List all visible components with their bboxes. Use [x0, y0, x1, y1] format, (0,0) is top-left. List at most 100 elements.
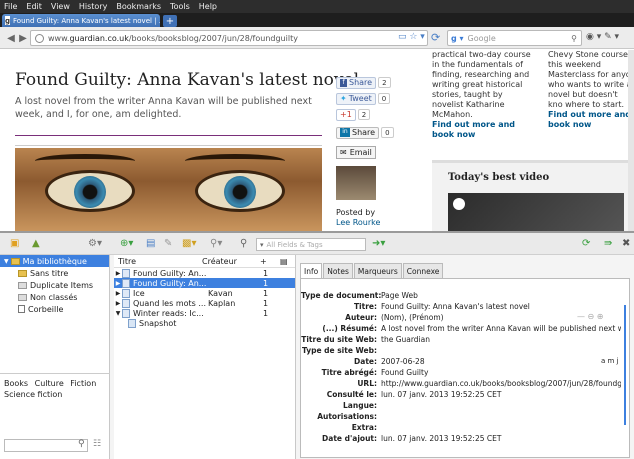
tab-related[interactable]: Connexe	[402, 263, 444, 278]
tab-guardian[interactable]: g Found Guilty: Anna Kavan's latest nove…	[2, 14, 160, 27]
collection-trash[interactable]: Corbeille	[0, 303, 109, 315]
snapshot-icon	[128, 318, 136, 328]
fullscreen-icon[interactable]: ⇛	[604, 238, 612, 249]
promo-link[interactable]: Find out more and book now	[548, 110, 634, 130]
add-attachment-icon[interactable]: ▩▾	[182, 238, 196, 249]
promo-text: practical two-day course in the fundamen…	[432, 50, 531, 119]
tag-filter-input[interactable]	[4, 439, 88, 452]
menu-edit[interactable]: Edit	[26, 2, 42, 11]
linkedin-share[interactable]: in Share 0	[336, 126, 396, 139]
table-row-child[interactable]: Snapshot	[114, 318, 295, 328]
bookmark-star-icon[interactable]: ▭ ☆ ▾	[398, 32, 425, 42]
item-detail-pane: Info Notes Marqueurs Connexe Type de doc…	[298, 255, 634, 459]
author-add-remove-icons[interactable]: — ⊖ ⊕	[577, 312, 604, 321]
tab-notes[interactable]: Notes	[323, 263, 353, 278]
search-bar[interactable]: g ▾ Google ⚲	[447, 30, 582, 46]
forward-button[interactable]: ▶	[16, 31, 30, 45]
attach-link-icon[interactable]: ⚲▾	[210, 238, 222, 249]
column-creator[interactable]: Créateur	[202, 257, 260, 266]
collection-untitled[interactable]: Sans titre	[0, 267, 109, 279]
google-plus-share[interactable]: +1 2	[336, 108, 396, 121]
field-abstract[interactable]: (...) Résumé: A lost novel from the write…	[301, 324, 621, 333]
field-website-type[interactable]: Type de site Web:	[301, 346, 621, 355]
field-accessed[interactable]: Consulté le: lun. 07 janv. 2013 19:52:25 …	[301, 390, 621, 399]
field-website-title[interactable]: Titre du site Web: the Guardian	[301, 335, 621, 344]
field-rights[interactable]: Autorisations:	[301, 412, 621, 421]
menu-history[interactable]: History	[79, 2, 107, 11]
menu-view[interactable]: View	[51, 2, 70, 11]
field-date[interactable]: Date: 2007-06-28	[301, 357, 621, 366]
search-mode-icon[interactable]: ▾	[260, 241, 264, 249]
author-link[interactable]: Lee Rourke	[336, 218, 380, 228]
new-item-icon[interactable]: ⊕▾	[120, 238, 133, 249]
field-date-added[interactable]: Date d'ajout: lun. 07 janv. 2013 19:52:25…	[301, 434, 621, 443]
email-button[interactable]: ✉ Email	[336, 146, 376, 159]
tab-info[interactable]: Info	[300, 263, 323, 278]
promo-text: Chevy Stone course this weekend Mastercl…	[548, 50, 632, 109]
field-url[interactable]: URL: http://www.guardian.co.uk/books/book…	[301, 379, 621, 388]
linkedin-share-button[interactable]: in Share	[336, 126, 380, 139]
search-icon[interactable]: ⚲	[240, 238, 247, 249]
collection-library[interactable]: ▼ Ma bibliothèque	[0, 255, 109, 267]
close-icon[interactable]: ✖	[622, 238, 630, 249]
play-icon[interactable]	[453, 198, 465, 210]
sync-arrow-icon[interactable]: ➜▾	[372, 238, 385, 249]
menu-bookmarks[interactable]: Bookmarks	[116, 2, 161, 11]
add-by-identifier-icon[interactable]: ▤	[146, 238, 155, 249]
linkedin-count: 0	[381, 127, 394, 138]
tab-tags[interactable]: Marqueurs	[353, 263, 402, 278]
new-tab-button[interactable]: +	[163, 15, 177, 27]
tag[interactable]: Science fiction	[4, 390, 62, 399]
menu-help[interactable]: Help	[199, 2, 217, 11]
book-icon	[122, 298, 130, 308]
tag-search-icon[interactable]: ⚲	[78, 439, 85, 449]
field-title[interactable]: Titre: Found Guilty: Anna Kavan's latest …	[301, 302, 621, 311]
new-collection-icon[interactable]: ▣	[10, 238, 19, 249]
search-icon[interactable]: ⚲	[571, 34, 577, 43]
page-scrollbar[interactable]	[628, 50, 634, 231]
items-pane: Titre Créateur + ▤ ▶ Found Guilty: An...…	[114, 255, 296, 459]
table-row[interactable]: ▼ Winter reads: Ic... 1	[114, 308, 295, 318]
addon-icons[interactable]: ◉ ▾ ✎ ▾	[586, 32, 619, 42]
url-bar[interactable]: www. guardian.co.uk/books/booksblog/2007/…	[30, 30, 428, 46]
table-row[interactable]: ▶ Found Guilty: An... 1	[114, 268, 295, 278]
column-title[interactable]: Titre	[118, 257, 202, 266]
column-picker-icon[interactable]: ▤	[280, 257, 288, 266]
field-item-type[interactable]: Type de document: Page Web	[301, 291, 621, 300]
google-plus-button[interactable]: +1	[336, 108, 356, 121]
tag[interactable]: Fiction	[70, 379, 96, 388]
twitter-share[interactable]: ✦ Tweet 0	[336, 92, 396, 105]
zotero-search-input[interactable]: ▾ All Fields & Tags	[256, 238, 366, 251]
actions-gear-icon[interactable]: ⚙▾	[88, 238, 102, 249]
tag[interactable]: Books	[4, 379, 28, 388]
google-engine-icon[interactable]: g ▾	[451, 34, 464, 43]
menu-file[interactable]: File	[4, 2, 17, 11]
field-extra[interactable]: Extra:	[301, 423, 621, 432]
promo-link[interactable]: Find out more and book now	[432, 120, 536, 140]
promo-historical-course: practical two-day course in the fundamen…	[432, 50, 536, 140]
table-row[interactable]: ▶ Ice Kavan 1	[114, 288, 295, 298]
menu-tools[interactable]: Tools	[170, 2, 190, 11]
tag[interactable]: Culture	[35, 379, 64, 388]
table-row[interactable]: ▶ Found Guilty: An... 1	[114, 278, 295, 288]
reload-icon[interactable]: ⟳	[431, 31, 440, 44]
new-group-icon[interactable]: ▲	[32, 238, 40, 249]
facebook-share[interactable]: f Share 2	[336, 76, 396, 89]
collection-duplicates[interactable]: Duplicate Items	[0, 279, 109, 291]
field-short-title[interactable]: Titre abrégé: Found Guilty	[301, 368, 621, 377]
posted-by-label: Posted by	[336, 208, 376, 217]
detail-scrollbar[interactable]	[624, 305, 626, 425]
video-module: Today's best video	[432, 160, 628, 231]
tag-options-icon[interactable]: ☷	[93, 439, 101, 449]
column-count[interactable]: +	[260, 257, 280, 266]
collection-unfiled[interactable]: Non classés	[0, 291, 109, 303]
tweet-button[interactable]: ✦ Tweet	[336, 92, 376, 105]
field-author[interactable]: Auteur: (Nom), (Prénom)	[301, 313, 621, 322]
facebook-share-button[interactable]: f Share	[336, 76, 377, 89]
new-note-icon[interactable]: ✎	[164, 238, 172, 249]
table-row[interactable]: ▶ Quand les mots ... Kaplan 1	[114, 298, 295, 308]
sync-icon[interactable]: ⟳	[582, 238, 590, 249]
video-thumbnail[interactable]	[448, 193, 624, 231]
article-headline: Found Guilty: Anna Kavan's latest novel	[15, 70, 360, 90]
field-language[interactable]: Langue:	[301, 401, 621, 410]
